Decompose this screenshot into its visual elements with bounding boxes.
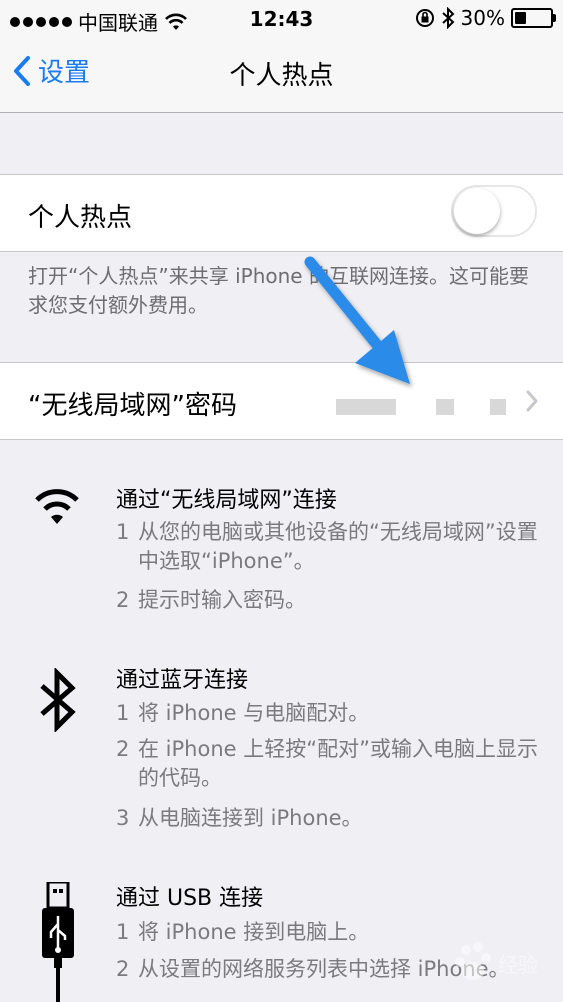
step-number: 2: [116, 588, 130, 612]
section-title: 通过蓝牙连接: [116, 668, 249, 693]
wifi-icon: [35, 489, 79, 524]
password-blur: [336, 399, 396, 415]
watermark-logo-icon: 经验: [455, 942, 538, 980]
step-number: 2: [116, 957, 130, 981]
bluetooth-icon: [40, 668, 76, 732]
step-text: 在 iPhone 上轻按“配对”或输入电脑上显示的代码。: [138, 737, 538, 790]
step-text: 将 iPhone 与电脑配对。: [138, 701, 370, 725]
step-item: 1 从您的电脑或其他设备的“无线局域网”设置中选取“iPhone”。: [116, 518, 543, 576]
step-item: 2 在 iPhone 上轻按“配对”或输入电脑上显示的代码。: [116, 735, 543, 793]
step-text: 从您的电脑或其他设备的“无线局域网”设置中选取“iPhone”。: [138, 520, 538, 573]
password-blur: [490, 399, 506, 415]
step-text: 提示时输入密码。: [138, 588, 306, 612]
hotspot-label: 个人热点: [28, 203, 133, 233]
step-item: 3 从电脑连接到 iPhone。: [116, 804, 543, 833]
step-number: 1: [116, 520, 130, 544]
svg-text:经验: 经验: [498, 953, 538, 977]
step-number: 3: [116, 806, 130, 830]
page-title: 个人热点: [229, 61, 334, 91]
step-text: 从电脑连接到 iPhone。: [138, 806, 363, 830]
battery-fill: [515, 12, 527, 24]
navigation-bar: 设置 个人热点: [0, 38, 563, 113]
status-bar: 中国联通 12:43 30%: [0, 0, 563, 38]
battery-icon: [511, 8, 556, 28]
hotspot-toggle[interactable]: [451, 185, 537, 237]
step-item: 1 将 iPhone 与电脑配对。: [116, 699, 543, 728]
rotation-lock-icon: [415, 9, 434, 27]
chevron-right-icon: [526, 390, 538, 412]
step-number: 1: [116, 701, 130, 725]
hotspot-footnote: 打开“个人热点”来共享 iPhone 的互联网连接。这可能要求您支付额外费用。: [28, 264, 529, 317]
hotspot-cell: 个人热点: [0, 174, 563, 252]
section-title: 通过 USB 连接: [116, 886, 264, 911]
password-blur: [436, 399, 454, 415]
step-number: 1: [116, 920, 130, 944]
wifi-password-cell[interactable]: “无线局域网”密码: [0, 362, 563, 440]
usb-icon: [42, 882, 74, 1002]
status-right: 30%: [415, 6, 556, 30]
battery-percent: 30%: [460, 6, 505, 30]
toggle-knob: [454, 188, 500, 234]
step-item: 2 提示时输入密码。: [116, 586, 543, 615]
section-title: 通过“无线局域网”连接: [116, 488, 337, 513]
bluetooth-status-icon: [441, 7, 454, 29]
step-number: 2: [116, 737, 130, 761]
wifi-password-label: “无线局域网”密码: [28, 391, 237, 421]
